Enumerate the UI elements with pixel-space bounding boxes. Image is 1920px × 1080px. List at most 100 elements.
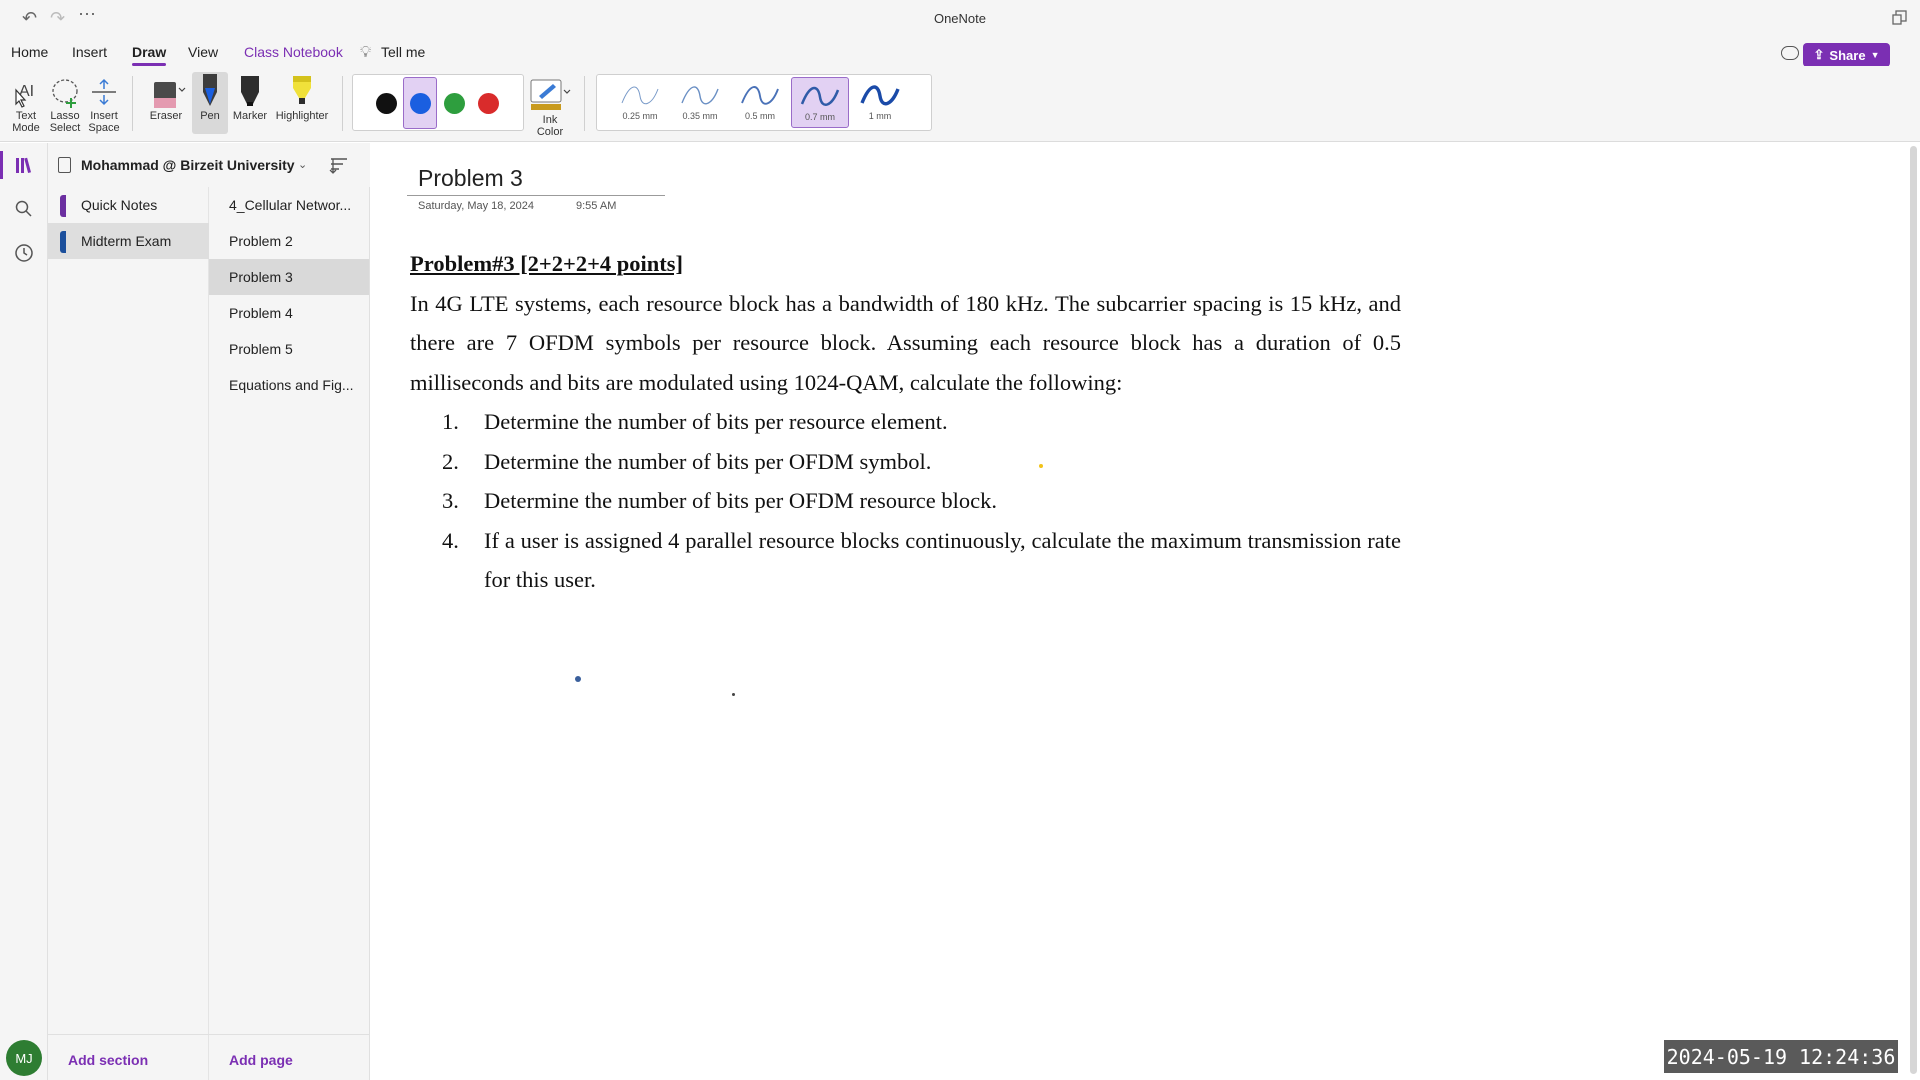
tell-me-search[interactable]: Tell me [381,44,425,60]
list-item: 2. Determine the number of bits per OFDM … [442,442,1401,482]
ink-color-button[interactable]: Ink Color [528,74,572,138]
tab-class-notebook[interactable]: Class Notebook [244,44,343,60]
page-item[interactable]: Equations and Fig... [209,367,369,403]
width-option-0-5mm[interactable]: 0.5 mm [731,77,789,128]
stroke-sample-icon [800,86,840,106]
pen-label: Pen [200,110,220,122]
recent-clock-icon[interactable] [10,239,38,267]
lasso-select-button[interactable]: Lasso Select [46,72,84,134]
page-item[interactable]: Problem 5 [209,331,369,367]
page-label: Equations and Fig... [229,377,354,393]
width-label: 1 mm [868,111,892,121]
marker-label: Marker [232,110,268,122]
list-number: 3. [442,488,459,513]
page-label: 4_Cellular Networ... [229,197,352,213]
section-item[interactable]: Midterm Exam [48,223,209,259]
insert-space-button[interactable]: Insert Space [86,72,122,134]
section-list: Quick Notes Midterm Exam Add section [48,187,209,1080]
color-swatch-black[interactable] [376,93,397,114]
page-item[interactable]: Problem 3 [209,259,369,295]
notebook-header[interactable]: Mohammad @ Birzeit University ⌄ [48,143,370,187]
navigation-rail: MJ [0,143,48,1080]
list-text: Determine the number of bits per OFDM re… [484,488,997,513]
overlay-timestamp: 2024-05-19 12:24:36 [1664,1040,1898,1073]
notebooks-icon[interactable] [10,151,38,179]
color-swatch-green[interactable] [444,93,465,114]
share-button[interactable]: ⇪ Share ▼ [1803,43,1890,67]
pen-button[interactable]: Pen [192,72,228,134]
ribbon-tabs: Home Insert Draw View Class Notebook 💡︎ … [0,38,1920,67]
stroke-sample-icon [621,86,659,105]
page-item[interactable]: 4_Cellular Networ... [209,187,369,223]
notebook-icon [58,157,71,173]
sync-status-icon[interactable] [1781,46,1799,60]
search-icon[interactable] [10,195,38,223]
question-list: 1. Determine the number of bits per resou… [442,402,1401,600]
page-item[interactable]: Problem 4 [209,295,369,331]
add-page-button[interactable]: Add page [229,1052,293,1068]
page-label: Problem 3 [229,269,293,285]
width-option-0-35mm[interactable]: 0.35 mm [671,77,729,128]
list-text: Determine the number of bits per OFDM sy… [484,448,932,474]
title-underline [407,195,665,196]
ink-dot [1039,464,1043,468]
width-label: 0.5 mm [744,111,775,121]
width-label: 0.7 mm [804,112,835,122]
draw-ribbon: AI Text Mode Lasso Select Insert Space E… [0,66,1920,142]
stroke-width-palette: 0.25 mm 0.35 mm 0.5 mm 0.7 mm 1 mm [596,74,932,131]
page-date: Saturday, May 18, 2024 [418,200,534,212]
marker-icon [241,76,259,106]
tab-home[interactable]: Home [11,44,48,60]
page-time: 9:55 AM [576,200,617,212]
tab-insert[interactable]: Insert [72,44,107,60]
tab-view[interactable]: View [188,44,218,60]
marker-button[interactable]: Marker [232,72,268,122]
section-item[interactable]: Quick Notes [48,187,209,223]
width-option-0-7mm[interactable]: 0.7 mm [791,77,849,128]
list-number: 2. [442,448,459,474]
notebook-name[interactable]: Mohammad @ Birzeit University [81,157,295,173]
note-content[interactable]: Problem#3 [2+2+2+4 points] In 4G LTE sys… [410,244,1401,600]
add-section-button[interactable]: Add section [68,1052,148,1068]
list-number: 4. [442,527,459,553]
highlighter-button[interactable]: Highlighter [272,72,332,122]
ink-dot [732,693,735,696]
list-item: 1. Determine the number of bits per resou… [442,402,1401,442]
note-canvas[interactable]: Problem 3 Saturday, May 18, 2024 9:55 AM… [371,143,1908,1080]
share-icon: ⇪ [1813,47,1825,62]
list-item: 4. If a user is assigned 4 parallel resou… [442,521,1401,600]
page-item[interactable]: Problem 2 [209,223,369,259]
highlighter-label: Highlighter [275,110,329,122]
text-mode-label: Text Mode [12,110,40,134]
avatar[interactable]: MJ [6,1040,42,1076]
list-text: Determine the number of bits per resourc… [484,409,948,434]
window-mode-icon[interactable] [1892,10,1908,26]
divider [48,1034,370,1035]
color-swatch-red[interactable] [478,93,499,114]
page-label: Problem 2 [229,233,293,249]
eraser-icon [154,82,186,108]
list-item: 3. Determine the number of bits per OFDM … [442,481,1401,521]
chevron-down-icon[interactable]: ⌄ [298,158,307,171]
lasso-select-label: Lasso Select [49,110,81,134]
eraser-button[interactable]: Eraser [142,72,190,122]
rail-active-indicator [0,151,3,179]
stroke-sample-icon [860,85,900,106]
page-label: Problem 4 [229,305,293,321]
width-option-1mm[interactable]: 1 mm [851,77,909,128]
page-title[interactable]: Problem 3 [418,165,523,192]
stroke-sample-icon [681,86,719,105]
lightbulb-icon: 💡︎ [360,44,372,61]
text-mode-button[interactable]: AI Text Mode [8,72,44,134]
list-number: 1. [442,409,459,434]
page-list: 4_Cellular Networ... Problem 2 Problem 3… [209,187,370,1080]
width-option-0-25mm[interactable]: 0.25 mm [611,77,669,128]
color-swatch-blue[interactable] [410,93,431,114]
section-label: Midterm Exam [81,233,172,249]
tab-draw[interactable]: Draw [132,44,167,66]
problem-heading: Problem#3 [2+2+2+4 points] [410,251,684,276]
vertical-scrollbar[interactable] [1910,146,1917,1074]
sort-icon[interactable] [328,155,350,175]
ribbon-separator [584,76,585,131]
ink-color-palette [352,74,524,131]
